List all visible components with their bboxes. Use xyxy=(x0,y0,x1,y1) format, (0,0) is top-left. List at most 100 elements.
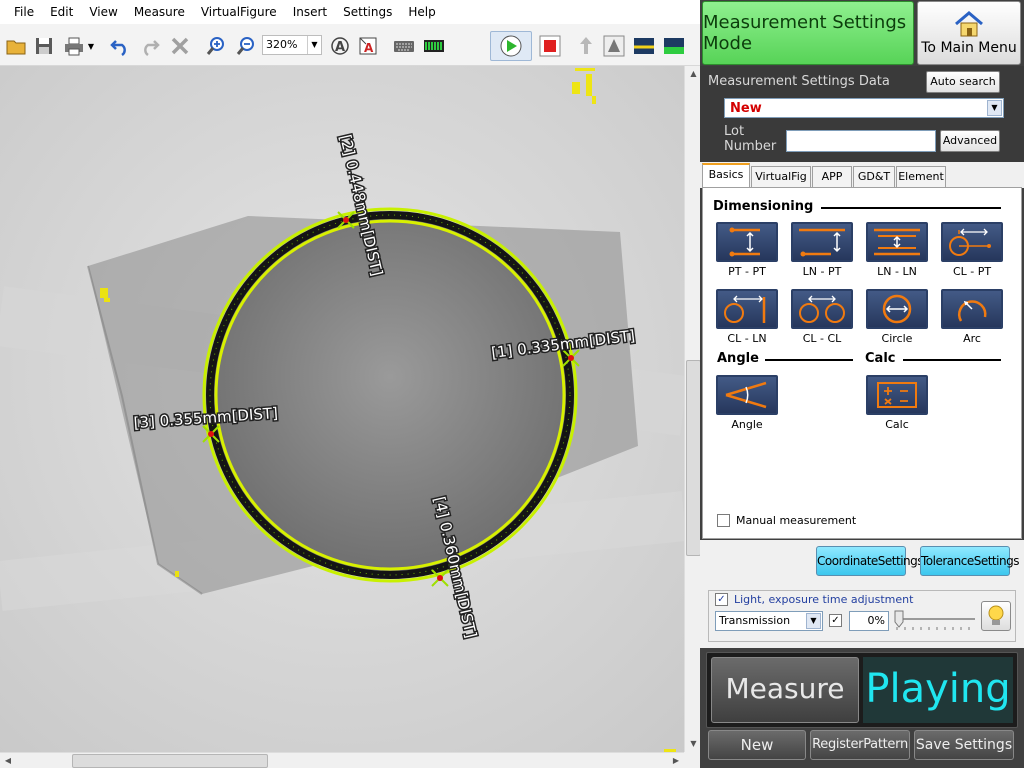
text-overlay-icon[interactable]: A xyxy=(328,34,352,58)
tool-ln-pt[interactable]: LN - PT xyxy=(791,222,853,278)
manual-measurement-checkbox[interactable]: Manual measurement xyxy=(717,514,856,527)
tool-circle-label: Circle xyxy=(881,332,913,345)
keyboard-icon[interactable] xyxy=(392,34,416,58)
tool-cl-ln-label: CL - LN xyxy=(727,332,767,345)
save-settings-button[interactable]: Save Settings xyxy=(914,730,1014,760)
advanced-button[interactable]: Advanced xyxy=(940,130,1000,152)
signal-meter-icon[interactable] xyxy=(422,34,446,58)
tool-calc[interactable]: Calc xyxy=(866,375,928,431)
light-value-input[interactable]: 0% xyxy=(849,611,889,631)
chevron-down-icon: ▼ xyxy=(987,100,1002,116)
text-edit-icon[interactable]: A xyxy=(356,34,380,58)
to-main-menu-label: To Main Menu xyxy=(921,40,1017,56)
coordinate-settings-button[interactable]: CoordinateSettings xyxy=(816,546,924,576)
zoom-select[interactable]: 320% ▼ xyxy=(262,35,322,55)
menu-file[interactable]: File xyxy=(6,0,42,24)
measurement-settings-mode-button[interactable]: Measurement Settings Mode xyxy=(702,1,914,65)
settings-data-title: Measurement Settings Data xyxy=(708,74,890,89)
divider xyxy=(821,207,1001,209)
image-viewer[interactable]: [1] 0.335mm[DIST] [2] 0.448mm[DIST] [3] … xyxy=(0,66,684,752)
pt-pt-icon xyxy=(729,227,760,257)
settings-data-selected: New xyxy=(730,101,762,116)
settings-data-select[interactable]: New ▼ xyxy=(724,98,1004,118)
light-enable-checkbox[interactable]: ✓ xyxy=(829,614,842,627)
settings-data-section: Measurement Settings Data Auto search Ne… xyxy=(700,66,1024,162)
tool-ln-ln-label: LN - LN xyxy=(877,265,917,278)
tool-pt-pt-label: PT - PT xyxy=(728,265,766,278)
vertical-scrollbar[interactable]: ▲ ▼ xyxy=(684,66,701,752)
new-button[interactable]: New xyxy=(708,730,806,760)
calc-heading: Calc xyxy=(865,351,896,366)
light-mode-select[interactable]: Transmission ▼ xyxy=(715,611,823,631)
tool-cl-cl[interactable]: CL - CL xyxy=(791,289,853,345)
menu-settings[interactable]: Settings xyxy=(335,0,400,24)
tab-gdt[interactable]: GD&T xyxy=(853,166,895,188)
light-mode-value: Transmission xyxy=(719,614,791,627)
home-icon xyxy=(955,11,983,37)
redo-icon[interactable] xyxy=(138,34,162,58)
auto-search-button[interactable]: Auto search xyxy=(926,71,1000,93)
menu-measure[interactable]: Measure xyxy=(126,0,193,24)
basics-panel: Dimensioning PT - PT LN - PT LN - LN CL … xyxy=(702,187,1022,539)
zoom-in-icon[interactable] xyxy=(204,34,228,58)
delete-icon[interactable] xyxy=(168,34,192,58)
check-icon[interactable]: ✓ xyxy=(715,593,728,606)
chevron-down-icon: ▼ xyxy=(806,613,821,629)
lot-number-input[interactable] xyxy=(786,130,936,152)
register-pattern-button[interactable]: RegisterPattern xyxy=(810,730,910,760)
tool-ln-ln[interactable]: LN - LN xyxy=(866,222,928,278)
menu-insert[interactable]: Insert xyxy=(285,0,335,24)
checkbox-unchecked[interactable] xyxy=(717,514,730,527)
ln-pt-icon xyxy=(799,228,845,257)
threshold-icon[interactable] xyxy=(662,34,686,58)
tab-bar: Basics VirtualFig APP GD&T Element xyxy=(700,162,1024,188)
light-bulb-button[interactable] xyxy=(981,601,1011,631)
light-adjust-checkbox[interactable]: ✓ Light, exposure time adjustment xyxy=(715,593,913,606)
zoom-value: 320% xyxy=(266,38,298,51)
horizontal-scroll-thumb[interactable] xyxy=(72,754,268,768)
measure-button[interactable]: Measure xyxy=(711,657,859,723)
tab-app[interactable]: APP xyxy=(812,166,852,188)
tab-virtualfig[interactable]: VirtualFig xyxy=(751,166,811,188)
tab-element[interactable]: Element xyxy=(896,166,946,188)
save-icon[interactable] xyxy=(32,34,56,58)
dimensioning-heading: Dimensioning xyxy=(713,199,814,214)
play-button[interactable] xyxy=(490,31,532,61)
divider xyxy=(765,359,853,361)
light-bulb-icon xyxy=(988,605,1004,625)
toolbar: ▼ 320% ▼ A A xyxy=(0,24,700,66)
lot-number-label: Lot Number xyxy=(724,124,776,154)
menu-view[interactable]: View xyxy=(81,0,125,24)
menu-virtualfigure[interactable]: VirtualFigure xyxy=(193,0,285,24)
tool-angle[interactable]: Angle xyxy=(716,375,778,431)
tool-cl-ln[interactable]: CL - LN xyxy=(716,289,778,345)
vertical-scroll-thumb[interactable] xyxy=(686,360,701,556)
tool-circle[interactable]: Circle xyxy=(866,289,928,345)
open-folder-icon[interactable] xyxy=(4,34,28,58)
tab-basics[interactable]: Basics xyxy=(702,163,750,188)
print-icon[interactable] xyxy=(62,34,86,58)
zoom-out-icon[interactable] xyxy=(234,34,258,58)
scroll-left-icon[interactable]: ◀ xyxy=(0,753,16,768)
focus-up-icon[interactable] xyxy=(574,34,598,58)
undo-icon[interactable] xyxy=(108,34,132,58)
angle-icon xyxy=(725,381,767,409)
to-main-menu-button[interactable]: To Main Menu xyxy=(917,1,1021,65)
scroll-right-icon[interactable]: ▶ xyxy=(668,753,684,768)
tolerance-settings-button[interactable]: ToleranceSettings xyxy=(920,546,1019,576)
ln-ln-icon xyxy=(874,228,920,256)
tool-cl-pt[interactable]: CL - PT xyxy=(941,222,1003,278)
print-dropdown-icon[interactable]: ▼ xyxy=(86,34,96,58)
edge-detect-icon[interactable] xyxy=(632,34,656,58)
tool-pt-pt[interactable]: PT - PT xyxy=(716,222,778,278)
cl-pt-icon xyxy=(949,228,991,256)
menu-edit[interactable]: Edit xyxy=(42,0,81,24)
light-slider[interactable] xyxy=(893,609,977,635)
stop-button[interactable] xyxy=(538,34,562,58)
autofocus-icon[interactable] xyxy=(602,34,626,58)
lot-label-line-2: Number xyxy=(724,139,777,154)
tool-cl-cl-label: CL - CL xyxy=(802,332,842,345)
menu-help[interactable]: Help xyxy=(400,0,443,24)
tool-arc[interactable]: Arc xyxy=(941,289,1003,345)
horizontal-scrollbar[interactable]: ◀ ▶ xyxy=(0,752,684,768)
